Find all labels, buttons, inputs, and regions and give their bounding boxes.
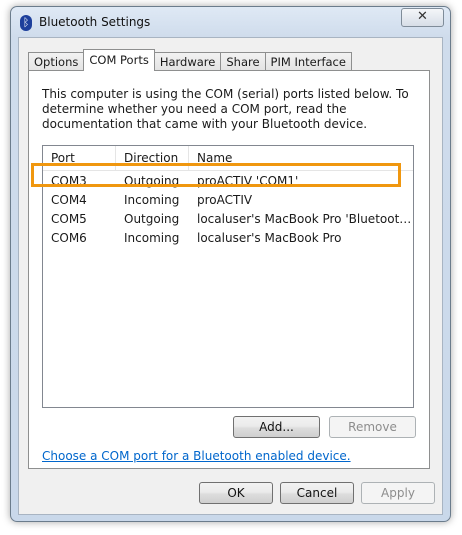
bluetooth-settings-window: ᛒ Bluetooth Settings ✕ Options COM Ports…	[10, 6, 451, 522]
cancel-button[interactable]: Cancel	[280, 482, 354, 504]
cell-port: COM3	[51, 174, 87, 188]
cell-direction: Incoming	[124, 231, 180, 245]
tab-com-ports[interactable]: COM Ports	[83, 49, 155, 71]
column-header-name[interactable]: Name	[189, 146, 413, 170]
add-button[interactable]: Add...	[233, 416, 320, 438]
list-header: Port Direction Name	[43, 146, 413, 171]
com-ports-list[interactable]: Port Direction Name COM3 Outgoing proACT…	[42, 145, 414, 408]
tab-hardware[interactable]: Hardware	[153, 52, 222, 71]
table-row[interactable]: COM3 Outgoing proACTIV 'COM1'	[43, 172, 413, 191]
table-row[interactable]: COM5 Outgoing localuser's MacBook Pro 'B…	[43, 210, 413, 229]
cell-direction: Incoming	[124, 193, 180, 207]
cell-port: COM5	[51, 212, 87, 226]
cell-name: proACTIV	[197, 193, 253, 207]
dialog-client-area: Options COM Ports Hardware Share PIM Int…	[18, 37, 443, 515]
cell-port: COM6	[51, 231, 87, 245]
bluetooth-icon: ᛒ	[20, 15, 32, 31]
cell-direction: Outgoing	[124, 212, 180, 226]
table-row[interactable]: COM4 Incoming proACTIV	[43, 191, 413, 210]
cell-name: localuser's MacBook Pro	[197, 231, 342, 245]
panel-description: This computer is using the COM (serial) …	[42, 87, 409, 131]
column-header-direction[interactable]: Direction	[116, 146, 189, 170]
window-title: Bluetooth Settings	[39, 15, 151, 29]
ok-button[interactable]: OK	[199, 482, 273, 504]
close-button[interactable]: ✕	[401, 8, 444, 27]
com-ports-panel: This computer is using the COM (serial) …	[28, 70, 430, 469]
cell-name: localuser's MacBook Pro 'Bluetooth-I...	[197, 212, 413, 226]
apply-button[interactable]: Apply	[361, 482, 435, 504]
tab-pim-interface[interactable]: PIM Interface	[264, 52, 352, 71]
remove-button[interactable]: Remove	[329, 416, 416, 438]
tab-options[interactable]: Options	[28, 52, 85, 71]
tab-share[interactable]: Share	[220, 52, 266, 71]
cell-direction: Outgoing	[124, 174, 180, 188]
column-header-port[interactable]: Port	[43, 146, 116, 170]
cell-name: proACTIV 'COM1'	[197, 174, 299, 188]
cell-port: COM4	[51, 193, 87, 207]
title-bar[interactable]: ᛒ Bluetooth Settings ✕	[11, 7, 450, 37]
table-row[interactable]: COM6 Incoming localuser's MacBook Pro	[43, 229, 413, 248]
choose-com-port-link[interactable]: Choose a COM port for a Bluetooth enable…	[42, 449, 351, 463]
tab-strip: Options COM Ports Hardware Share PIM Int…	[28, 49, 352, 71]
